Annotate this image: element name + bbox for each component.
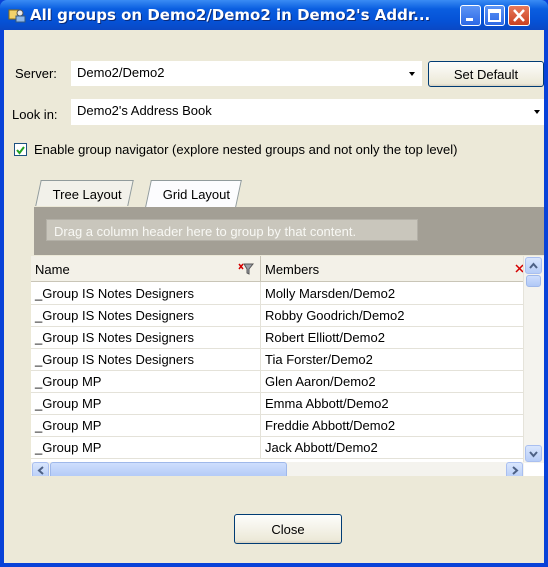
set-default-button[interactable]: Set Default [428, 61, 544, 87]
cell-group-name: _Group IS Notes Designers [35, 286, 194, 301]
chevron-down-icon [529, 451, 538, 458]
cell-group-name: _Group IS Notes Designers [35, 352, 194, 367]
checkmark-icon [16, 146, 25, 155]
chevron-down-icon[interactable] [409, 72, 415, 76]
group-by-hint: Drag a column header here to group by th… [46, 219, 418, 241]
cell-group-name: _Group MP [35, 374, 102, 389]
close-icon [513, 9, 525, 22]
scroll-right-button[interactable] [506, 462, 523, 476]
table-row[interactable]: _Group MP Jack Abbott/Demo2 [31, 436, 524, 459]
column-divider [260, 370, 261, 392]
vertical-scrollbar[interactable] [523, 256, 544, 463]
close-button[interactable]: Close [234, 514, 342, 544]
close-button-label: Close [271, 522, 305, 537]
server-value: Demo2/Demo2 [77, 65, 165, 80]
dialog-window: All groups on Demo2/Demo2 in Demo2's Add… [0, 0, 548, 567]
column-header-label: Name [35, 262, 70, 277]
column-divider [260, 326, 261, 348]
column-divider [260, 414, 261, 436]
scroll-left-button[interactable] [32, 462, 49, 476]
column-header-label: Members [265, 262, 320, 277]
table-row[interactable]: _Group MP Emma Abbott/Demo2 [31, 392, 524, 415]
column-divider [260, 436, 261, 458]
filter-icon[interactable] [238, 263, 254, 275]
chevron-right-icon [512, 466, 519, 475]
cell-group-name: _Group IS Notes Designers [35, 308, 194, 323]
table-row[interactable]: _Group IS Notes Designers Robert Elliott/… [31, 326, 524, 349]
cell-group-name: _Group MP [35, 440, 102, 455]
chevron-left-icon [37, 466, 44, 475]
cell-member: Molly Marsden/Demo2 [265, 286, 396, 301]
minimize-icon [466, 18, 473, 21]
lookin-combo[interactable]: Demo2's Address Book [71, 99, 544, 125]
group-by-area[interactable]: Drag a column header here to group by th… [34, 207, 544, 255]
vertical-scroll-thumb[interactable] [526, 275, 541, 287]
column-divider [260, 304, 261, 326]
minimize-button[interactable] [460, 5, 481, 26]
tab-tree-layout[interactable]: Tree Layout [35, 180, 134, 206]
column-divider [260, 348, 261, 370]
cell-group-name: _Group IS Notes Designers [35, 330, 194, 345]
close-window-button[interactable] [508, 5, 530, 26]
chevron-up-icon [529, 262, 538, 269]
cell-member: Robby Goodrich/Demo2 [265, 308, 405, 323]
column-header-name[interactable]: Name [31, 256, 261, 282]
navigator-checkbox[interactable] [14, 143, 27, 156]
window-title: All groups on Demo2/Demo2 in Demo2's Add… [30, 6, 431, 24]
table-row[interactable]: _Group MP Freddie Abbott/Demo2 [31, 414, 524, 437]
horizontal-scroll-thumb[interactable] [50, 462, 287, 476]
cell-group-name: _Group MP [35, 418, 102, 433]
members-grid: Name Members _Group IS Notes Designers Mo… [31, 256, 544, 476]
scroll-down-button[interactable] [525, 445, 542, 462]
navigator-label: Enable group navigator (explore nested g… [34, 142, 458, 157]
cell-member: Jack Abbott/Demo2 [265, 440, 378, 455]
chevron-down-icon[interactable] [534, 110, 540, 114]
server-label: Server: [15, 66, 57, 81]
server-combo[interactable]: Demo2/Demo2 [71, 61, 422, 86]
table-row[interactable]: _Group IS Notes Designers Molly Marsden/D… [31, 282, 524, 305]
table-row[interactable]: _Group IS Notes Designers Robby Goodrich/… [31, 304, 524, 327]
cell-member: Glen Aaron/Demo2 [265, 374, 376, 389]
lookin-value: Demo2's Address Book [77, 103, 212, 118]
scroll-up-button[interactable] [525, 257, 542, 274]
cell-member: Tia Forster/Demo2 [265, 352, 373, 367]
column-divider [260, 282, 261, 304]
lookin-label: Look in: [12, 107, 58, 122]
horizontal-scrollbar[interactable] [31, 462, 524, 476]
table-row[interactable]: _Group MP Glen Aaron/Demo2 [31, 370, 524, 393]
maximize-icon [488, 9, 501, 22]
table-row[interactable]: _Group IS Notes Designers Tia Forster/Dem… [31, 348, 524, 371]
cell-member: Robert Elliott/Demo2 [265, 330, 385, 345]
cell-member: Emma Abbott/Demo2 [265, 396, 389, 411]
cell-group-name: _Group MP [35, 396, 102, 411]
maximize-button[interactable] [484, 5, 505, 26]
app-icon [8, 9, 26, 23]
cell-member: Freddie Abbott/Demo2 [265, 418, 396, 433]
column-header-members[interactable]: Members [261, 256, 524, 282]
title-bar[interactable]: All groups on Demo2/Demo2 in Demo2's Add… [0, 0, 548, 30]
column-divider [260, 392, 261, 414]
tab-grid-layout[interactable]: Grid Layout [145, 180, 243, 207]
